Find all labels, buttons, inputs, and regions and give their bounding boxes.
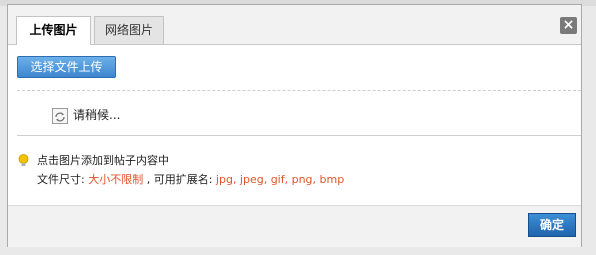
refresh-icon [52, 108, 68, 124]
dialog-header: 上传图片 网络图片 × [8, 5, 581, 45]
loading-text: 请稍候... [73, 108, 121, 122]
ext-label: , 可用扩展名: [143, 173, 216, 186]
size-label: 文件尺寸: [37, 173, 89, 186]
ok-button[interactable]: 确定 [528, 213, 576, 237]
file-info: 文件尺寸: 大小不限制 , 可用扩展名: jpg, jpeg, gif, png… [37, 171, 344, 187]
tab-web-image[interactable]: 网络图片 [94, 16, 164, 44]
lightbulb-icon [18, 153, 29, 167]
hint-text: 点击图片添加到帖子内容中 [37, 154, 169, 167]
size-value: 大小不限制 [88, 173, 144, 186]
divider [17, 135, 581, 136]
ext-value: jpg, jpeg, gif, png, bmp [215, 173, 345, 186]
close-icon[interactable]: × [560, 17, 577, 34]
dialog-footer: 确定 [8, 205, 581, 247]
select-file-upload-button[interactable]: 选择文件上传 [17, 56, 116, 78]
upload-image-dialog: 上传图片 网络图片 × 选择文件上传 请稍候... 点击图片添加到帖子内容中 文… [7, 4, 582, 247]
divider [17, 90, 581, 91]
tab-upload-image[interactable]: 上传图片 [16, 16, 91, 45]
